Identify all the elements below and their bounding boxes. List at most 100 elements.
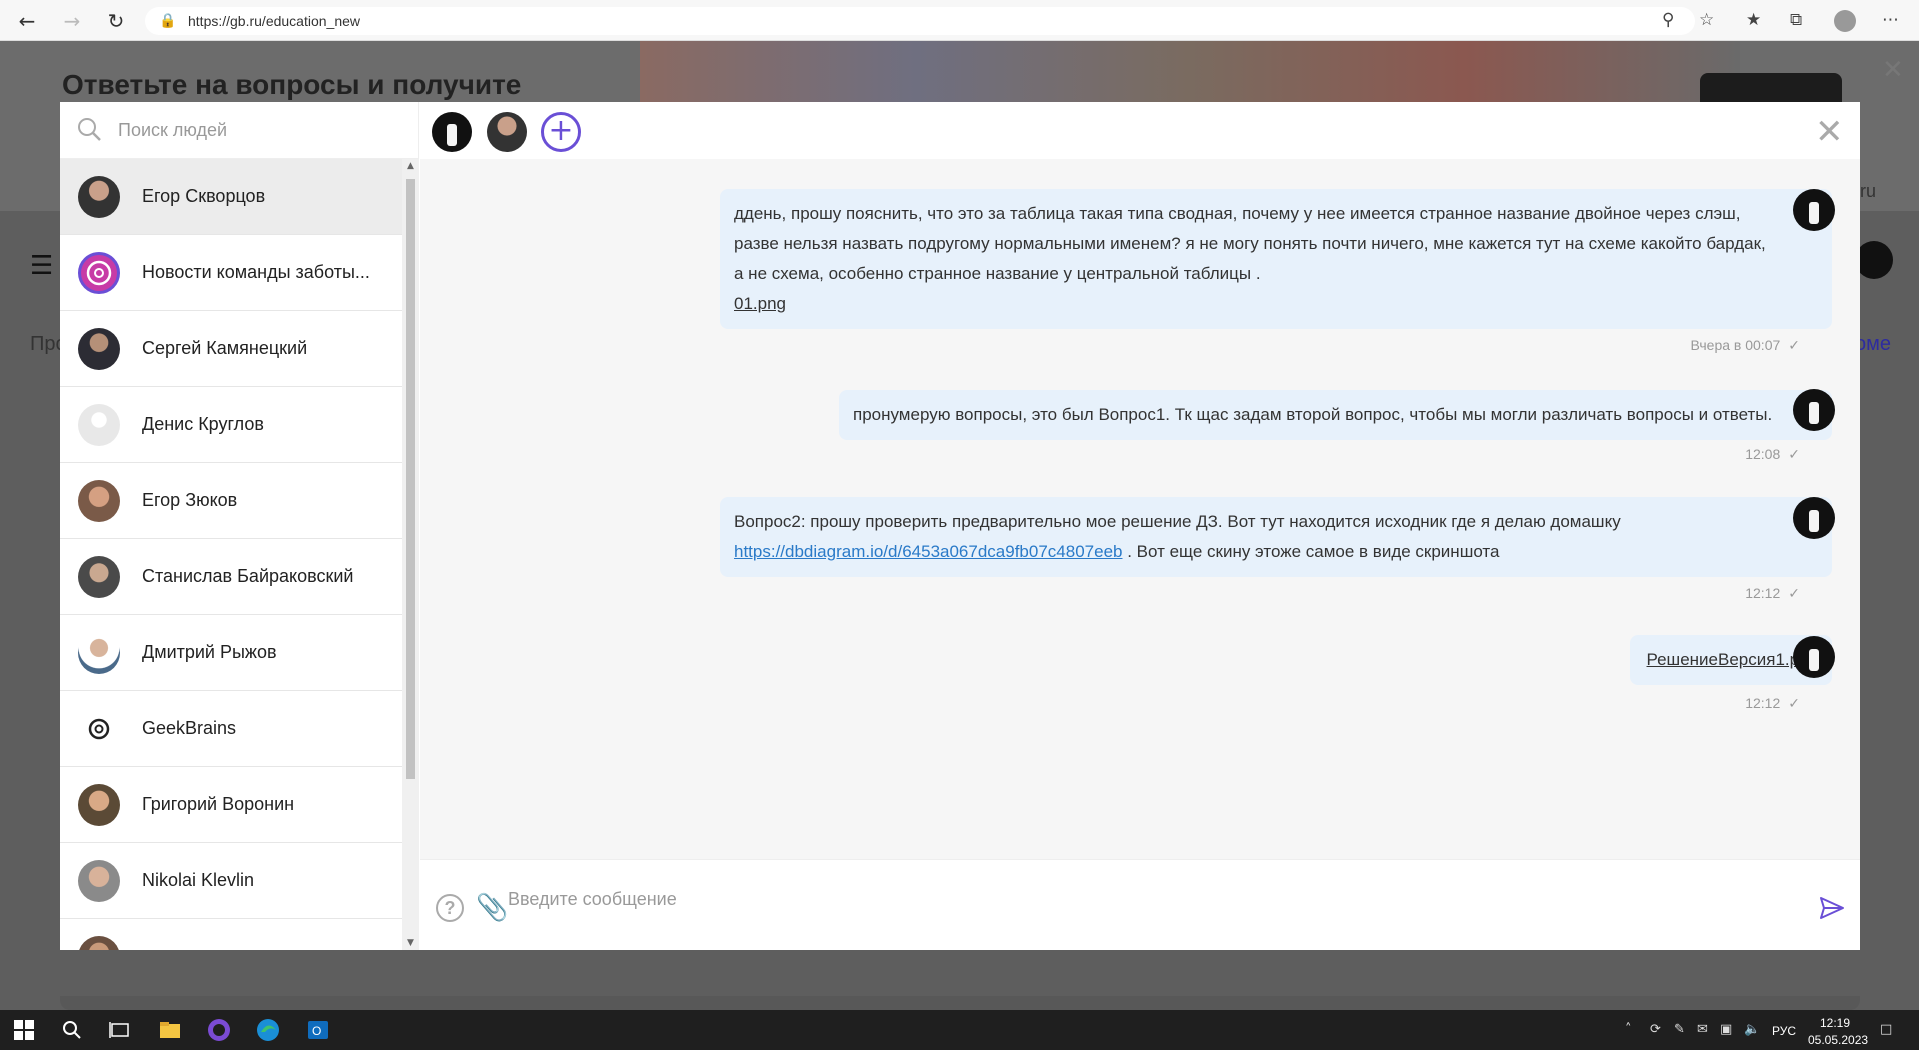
lock-icon: 🔒 — [159, 13, 177, 29]
contact-item[interactable]: Егор Скворцов — [60, 159, 402, 235]
tray-network-icon[interactable]: ▣ — [1720, 1022, 1732, 1037]
message-text: пронумерую вопросы, это был Вопрос1. Тк … — [853, 405, 1773, 424]
help-icon[interactable]: ? — [436, 894, 464, 922]
chat-header: + ✕ — [420, 102, 1860, 159]
contact-item[interactable]: Сергей Камянецкий — [60, 311, 402, 387]
collections-icon[interactable]: ⧉ — [1790, 10, 1802, 30]
read-check-icon: ✓ — [1788, 447, 1800, 463]
message-bubble: пронумерую вопросы, это был Вопрос1. Тк … — [839, 390, 1832, 440]
close-overlay-icon[interactable]: ✕ — [1882, 55, 1904, 85]
favorites-bar-icon[interactable]: ★ — [1746, 10, 1761, 30]
sender-avatar — [1793, 497, 1835, 539]
contact-name: GeekBrains — [142, 718, 237, 738]
message-input[interactable] — [508, 882, 1758, 916]
notifications-icon[interactable]: □ — [1880, 1022, 1892, 1037]
contact-item[interactable]: GeekBrains — [60, 691, 402, 767]
participant-avatar[interactable] — [432, 112, 472, 152]
bg-bottom-panel — [60, 996, 1860, 1010]
task-view-icon[interactable] — [108, 1018, 132, 1042]
tray-outlook-icon[interactable]: ✉ — [1697, 1022, 1708, 1037]
contact-item[interactable]: Станислав Байраковский — [60, 539, 402, 615]
message-meta: 12:12 ✓ — [1520, 695, 1800, 712]
contact-name: Новости команды заботы... — [142, 262, 370, 282]
message-time: 12:08 — [1745, 446, 1781, 462]
windows-taskbar: O ˄ ⟳ ✎ ✉ ▣ 🔈 РУС 12:19 05.05.2023 □ — [0, 1010, 1919, 1050]
scroll-thumb[interactable] — [406, 179, 415, 779]
chat-panel: + ✕ ддень, прошу пояснить, что это за та… — [420, 102, 1860, 950]
github-icon[interactable] — [207, 1018, 231, 1042]
address-bar[interactable]: 🔒 https://gb.ru/education_new — [145, 7, 1695, 35]
avatar — [78, 708, 120, 750]
more-icon[interactable]: ⋯ — [1882, 10, 1899, 30]
contact-name: Григорий Воронин — [142, 794, 295, 814]
close-icon[interactable]: ✕ — [1815, 112, 1844, 152]
message-meta: 12:12 ✓ — [1520, 585, 1800, 602]
contact-name: Nikolai Klevlin — [142, 870, 255, 890]
contact-name: Егор Зюков — [142, 490, 238, 510]
message-link[interactable]: https://dbdiagram.io/d/6453a067dca9fb07c… — [734, 542, 1122, 561]
outlook-icon[interactable]: O — [306, 1018, 330, 1042]
contact-item[interactable]: Дмитрий Рыжов — [60, 615, 402, 691]
message-text: Вопрос2: прошу проверить предварительно … — [734, 512, 1621, 531]
forward-icon[interactable]: → — [59, 8, 85, 34]
message-meta: Вчера в 00:07 ✓ — [1520, 337, 1800, 354]
read-check-icon: ✓ — [1788, 586, 1800, 602]
contact-item[interactable]: Денис Круглов — [60, 387, 402, 463]
svg-text:O: O — [312, 1024, 321, 1038]
refresh-icon[interactable]: ↻ — [103, 8, 129, 34]
contact-list: Егор Скворцов Новости команды заботы... … — [60, 159, 402, 950]
contact-name: Сергей Камянецкий — [142, 338, 308, 358]
windows-start-icon[interactable] — [12, 1018, 36, 1042]
attachment-link[interactable]: 01.png — [734, 294, 786, 313]
scroll-up-icon[interactable]: ▲ — [406, 161, 415, 171]
url-text: https://gb.ru/education_new — [188, 13, 361, 29]
send-icon[interactable] — [1819, 896, 1845, 920]
message-text: . Вот еще скину этоже самое в виде скрин… — [1122, 542, 1500, 561]
contacts-scrollbar[interactable]: ▲ ▼ — [402, 159, 419, 950]
read-check-icon: ✓ — [1788, 338, 1800, 354]
avatar — [78, 556, 120, 598]
contact-item[interactable]: Григорий Воронин — [60, 767, 402, 843]
message-bubble: Вопрос2: прошу проверить предварительно … — [720, 497, 1832, 577]
tray-sync-icon[interactable]: ⟳ — [1650, 1022, 1661, 1037]
favorite-icon[interactable]: ☆ — [1699, 10, 1714, 30]
contact-item[interactable]: Егор Зюков — [60, 463, 402, 539]
contact-item[interactable]: Новости команды заботы... — [60, 235, 402, 311]
tray-volume-icon[interactable]: 🔈 — [1744, 1022, 1760, 1037]
contacts-sidebar: Егор Скворцов Новости команды заботы... … — [60, 102, 419, 950]
sender-avatar — [1793, 389, 1835, 431]
search-icon[interactable] — [60, 1018, 84, 1042]
tray-pen-icon[interactable]: ✎ — [1674, 1022, 1685, 1037]
message-meta: 12:08 ✓ — [1520, 446, 1800, 463]
edge-icon[interactable] — [256, 1018, 280, 1042]
avatar — [78, 480, 120, 522]
message-list: ддень, прошу пояснить, что это за таблиц… — [420, 159, 1860, 859]
add-participant-button[interactable]: + — [541, 112, 581, 152]
avatar — [78, 860, 120, 902]
geekbrains-logo-icon — [86, 260, 112, 286]
browser-toolbar: ← → ↻ 🔒 https://gb.ru/education_new ⚲ ☆ … — [0, 0, 1919, 41]
sender-avatar — [1793, 189, 1835, 231]
contact-name: Егор Скворцов — [142, 186, 266, 206]
file-explorer-icon[interactable] — [158, 1018, 182, 1042]
scroll-down-icon[interactable]: ▼ — [406, 938, 415, 948]
back-icon[interactable]: ← — [14, 8, 40, 34]
message-composer: ? 📎 — [420, 859, 1860, 950]
contact-item[interactable] — [60, 919, 402, 950]
participant-avatar[interactable] — [487, 112, 527, 152]
clock-time[interactable]: 12:19 — [1820, 1016, 1850, 1030]
zoom-icon[interactable]: ⚲ — [1662, 10, 1674, 30]
search-input[interactable] — [118, 114, 398, 146]
avatar — [78, 784, 120, 826]
message-text: ддень, прошу пояснить, что это за таблиц… — [734, 204, 1741, 223]
read-check-icon: ✓ — [1788, 696, 1800, 712]
attach-icon[interactable]: 📎 — [476, 893, 508, 923]
hamburger-icon: ☰ — [30, 251, 54, 281]
language-indicator[interactable]: РУС — [1772, 1024, 1796, 1038]
contact-item[interactable]: Nikolai Klevlin — [60, 843, 402, 919]
clock-date[interactable]: 05.05.2023 — [1808, 1033, 1868, 1047]
message-text: а не схема, особенно странное название у… — [734, 264, 1261, 283]
tray-chevron-icon[interactable]: ˄ — [1625, 1022, 1632, 1037]
contact-name: Дмитрий Рыжов — [142, 642, 277, 662]
profile-avatar[interactable] — [1834, 10, 1856, 32]
